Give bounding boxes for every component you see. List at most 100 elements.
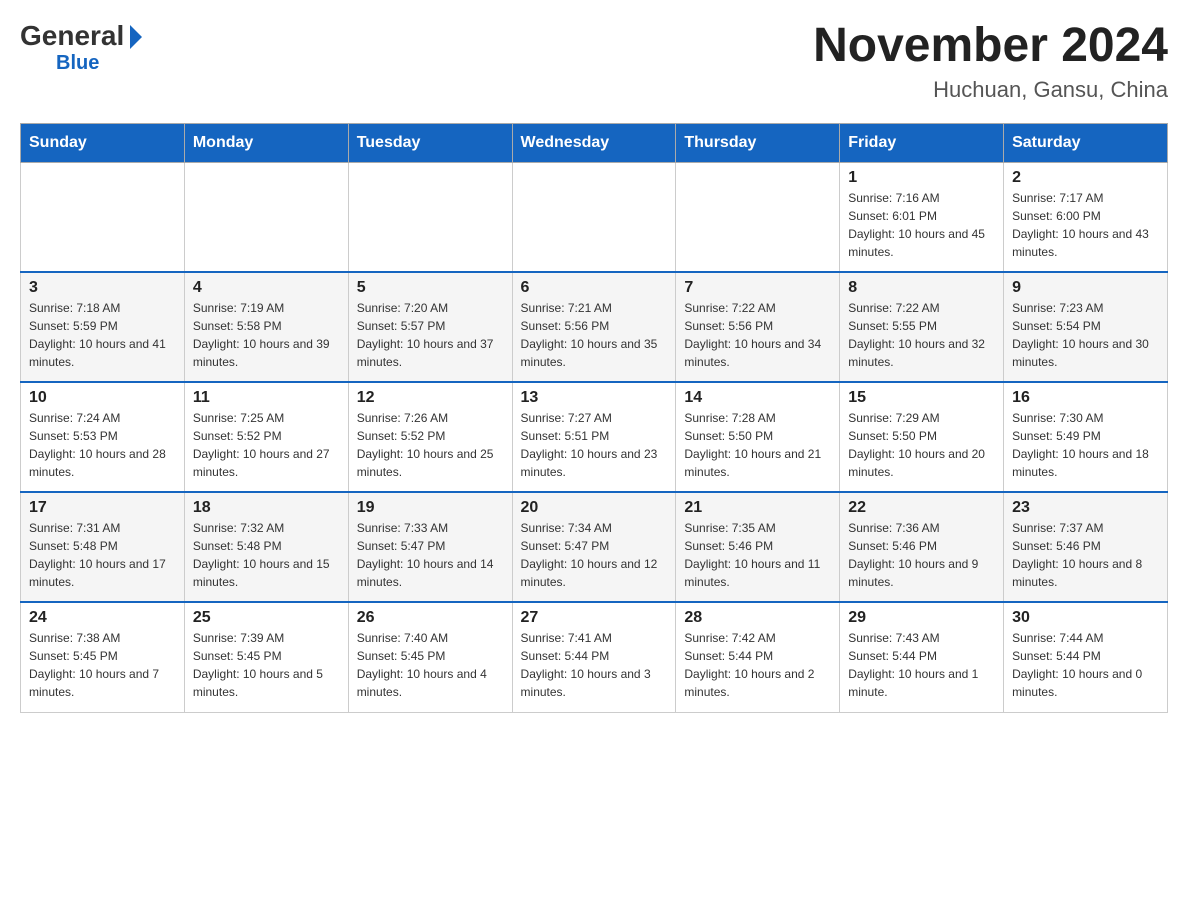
calendar-week-row: 1 Sunrise: 7:16 AMSunset: 6:01 PMDaylight…: [21, 162, 1168, 272]
day-info: Sunrise: 7:43 AMSunset: 5:44 PMDaylight:…: [848, 629, 995, 701]
calendar-week-row: 24 Sunrise: 7:38 AMSunset: 5:45 PMDayligh…: [21, 602, 1168, 712]
day-number: 25: [193, 609, 340, 627]
logo-general-text: General: [20, 20, 124, 52]
calendar-day-cell: 2Sunrise: 7:17 AMSunset: 6:00 PMDaylight…: [1004, 162, 1168, 272]
calendar-week-row: 17 Sunrise: 7:31 AMSunset: 5:48 PMDayligh…: [21, 492, 1168, 602]
calendar-day-cell: 14 Sunrise: 7:28 AMSunset: 5:50 PMDayligh…: [676, 382, 840, 492]
calendar-day-cell: [512, 162, 676, 272]
day-info: Sunrise: 7:39 AMSunset: 5:45 PMDaylight:…: [193, 629, 340, 701]
calendar-weekday-header: Thursday: [676, 123, 840, 162]
location-subtitle: Huchuan, Gansu, China: [813, 77, 1168, 103]
day-info: Sunrise: 7:18 AMSunset: 5:59 PMDaylight:…: [29, 299, 176, 371]
calendar-day-cell: 28 Sunrise: 7:42 AMSunset: 5:44 PMDayligh…: [676, 602, 840, 712]
calendar-day-cell: 4Sunrise: 7:19 AMSunset: 5:58 PMDaylight…: [184, 272, 348, 382]
day-number: 27: [521, 609, 668, 627]
day-info: Sunrise: 7:26 AMSunset: 5:52 PMDaylight:…: [357, 409, 504, 481]
calendar-day-cell: 20Sunrise: 7:34 AMSunset: 5:47 PMDayligh…: [512, 492, 676, 602]
logo: General Blue: [20, 20, 142, 75]
day-info: Sunrise: 7:42 AMSunset: 5:44 PMDaylight:…: [684, 629, 831, 701]
calendar-day-cell: [184, 162, 348, 272]
calendar-day-cell: 10Sunrise: 7:24 AMSunset: 5:53 PMDayligh…: [21, 382, 185, 492]
calendar-day-cell: 12 Sunrise: 7:26 AMSunset: 5:52 PMDayligh…: [348, 382, 512, 492]
day-number: 4: [193, 279, 340, 297]
calendar-day-cell: 3 Sunrise: 7:18 AMSunset: 5:59 PMDaylight…: [21, 272, 185, 382]
day-info: Sunrise: 7:22 AMSunset: 5:56 PMDaylight:…: [684, 299, 831, 371]
calendar-week-row: 10Sunrise: 7:24 AMSunset: 5:53 PMDayligh…: [21, 382, 1168, 492]
calendar-day-cell: 11Sunrise: 7:25 AMSunset: 5:52 PMDayligh…: [184, 382, 348, 492]
day-number: 28: [684, 609, 831, 627]
calendar-day-cell: 8 Sunrise: 7:22 AMSunset: 5:55 PMDaylight…: [840, 272, 1004, 382]
calendar-day-cell: 16 Sunrise: 7:30 AMSunset: 5:49 PMDayligh…: [1004, 382, 1168, 492]
day-info: Sunrise: 7:33 AMSunset: 5:47 PMDaylight:…: [357, 519, 504, 591]
day-info: Sunrise: 7:23 AMSunset: 5:54 PMDaylight:…: [1012, 299, 1159, 371]
day-number: 7: [684, 279, 831, 297]
day-number: 9: [1012, 279, 1159, 297]
calendar-day-cell: 29 Sunrise: 7:43 AMSunset: 5:44 PMDayligh…: [840, 602, 1004, 712]
day-info: Sunrise: 7:41 AMSunset: 5:44 PMDaylight:…: [521, 629, 668, 701]
calendar-weekday-header: Saturday: [1004, 123, 1168, 162]
day-info: Sunrise: 7:38 AMSunset: 5:45 PMDaylight:…: [29, 629, 176, 701]
day-number: 12: [357, 389, 504, 407]
day-info: Sunrise: 7:27 AMSunset: 5:51 PMDaylight:…: [521, 409, 668, 481]
day-number: 29: [848, 609, 995, 627]
day-info: Sunrise: 7:29 AMSunset: 5:50 PMDaylight:…: [848, 409, 995, 481]
day-number: 18: [193, 499, 340, 517]
calendar-day-cell: 9 Sunrise: 7:23 AMSunset: 5:54 PMDaylight…: [1004, 272, 1168, 382]
day-number: 24: [29, 609, 176, 627]
day-info: Sunrise: 7:35 AMSunset: 5:46 PMDaylight:…: [684, 519, 831, 591]
calendar-table: SundayMondayTuesdayWednesdayThursdayFrid…: [20, 123, 1168, 713]
day-info: Sunrise: 7:30 AMSunset: 5:49 PMDaylight:…: [1012, 409, 1159, 481]
day-info: Sunrise: 7:22 AMSunset: 5:55 PMDaylight:…: [848, 299, 995, 371]
month-title: November 2024: [813, 20, 1168, 73]
day-number: 23: [1012, 499, 1159, 517]
day-info: Sunrise: 7:28 AMSunset: 5:50 PMDaylight:…: [684, 409, 831, 481]
day-number: 30: [1012, 609, 1159, 627]
calendar-day-cell: 6 Sunrise: 7:21 AMSunset: 5:56 PMDaylight…: [512, 272, 676, 382]
day-number: 19: [357, 499, 504, 517]
calendar-day-cell: 1 Sunrise: 7:16 AMSunset: 6:01 PMDaylight…: [840, 162, 1004, 272]
calendar-day-cell: [21, 162, 185, 272]
calendar-day-cell: 22Sunrise: 7:36 AMSunset: 5:46 PMDayligh…: [840, 492, 1004, 602]
calendar-day-cell: 5 Sunrise: 7:20 AMSunset: 5:57 PMDaylight…: [348, 272, 512, 382]
calendar-day-cell: 25 Sunrise: 7:39 AMSunset: 5:45 PMDayligh…: [184, 602, 348, 712]
day-number: 10: [29, 389, 176, 407]
logo-triangle-icon: [130, 25, 142, 49]
calendar-weekday-header: Monday: [184, 123, 348, 162]
calendar-header-row: SundayMondayTuesdayWednesdayThursdayFrid…: [21, 123, 1168, 162]
calendar-weekday-header: Wednesday: [512, 123, 676, 162]
day-info: Sunrise: 7:20 AMSunset: 5:57 PMDaylight:…: [357, 299, 504, 371]
day-info: Sunrise: 7:44 AMSunset: 5:44 PMDaylight:…: [1012, 629, 1159, 701]
calendar-day-cell: 26Sunrise: 7:40 AMSunset: 5:45 PMDayligh…: [348, 602, 512, 712]
day-number: 17: [29, 499, 176, 517]
day-number: 3: [29, 279, 176, 297]
calendar-day-cell: 13 Sunrise: 7:27 AMSunset: 5:51 PMDayligh…: [512, 382, 676, 492]
calendar-day-cell: 19 Sunrise: 7:33 AMSunset: 5:47 PMDayligh…: [348, 492, 512, 602]
calendar-day-cell: 18 Sunrise: 7:32 AMSunset: 5:48 PMDayligh…: [184, 492, 348, 602]
title-section: November 2024 Huchuan, Gansu, China: [813, 20, 1168, 103]
day-number: 13: [521, 389, 668, 407]
calendar-weekday-header: Tuesday: [348, 123, 512, 162]
day-number: 16: [1012, 389, 1159, 407]
page-header: General Blue November 2024 Huchuan, Gans…: [20, 20, 1168, 103]
calendar-weekday-header: Friday: [840, 123, 1004, 162]
day-info: Sunrise: 7:21 AMSunset: 5:56 PMDaylight:…: [521, 299, 668, 371]
day-info: Sunrise: 7:34 AMSunset: 5:47 PMDaylight:…: [521, 519, 668, 591]
day-number: 11: [193, 389, 340, 407]
calendar-day-cell: 27 Sunrise: 7:41 AMSunset: 5:44 PMDayligh…: [512, 602, 676, 712]
day-number: 1: [848, 169, 995, 187]
day-number: 6: [521, 279, 668, 297]
day-number: 15: [848, 389, 995, 407]
day-info: Sunrise: 7:32 AMSunset: 5:48 PMDaylight:…: [193, 519, 340, 591]
day-number: 21: [684, 499, 831, 517]
day-number: 26: [357, 609, 504, 627]
calendar-day-cell: [676, 162, 840, 272]
day-info: Sunrise: 7:16 AMSunset: 6:01 PMDaylight:…: [848, 189, 995, 261]
day-number: 5: [357, 279, 504, 297]
calendar-day-cell: 17 Sunrise: 7:31 AMSunset: 5:48 PMDayligh…: [21, 492, 185, 602]
calendar-day-cell: 21 Sunrise: 7:35 AMSunset: 5:46 PMDayligh…: [676, 492, 840, 602]
calendar-weekday-header: Sunday: [21, 123, 185, 162]
day-number: 8: [848, 279, 995, 297]
day-number: 14: [684, 389, 831, 407]
day-info: Sunrise: 7:17 AMSunset: 6:00 PMDaylight:…: [1012, 189, 1159, 261]
day-info: Sunrise: 7:31 AMSunset: 5:48 PMDaylight:…: [29, 519, 176, 591]
